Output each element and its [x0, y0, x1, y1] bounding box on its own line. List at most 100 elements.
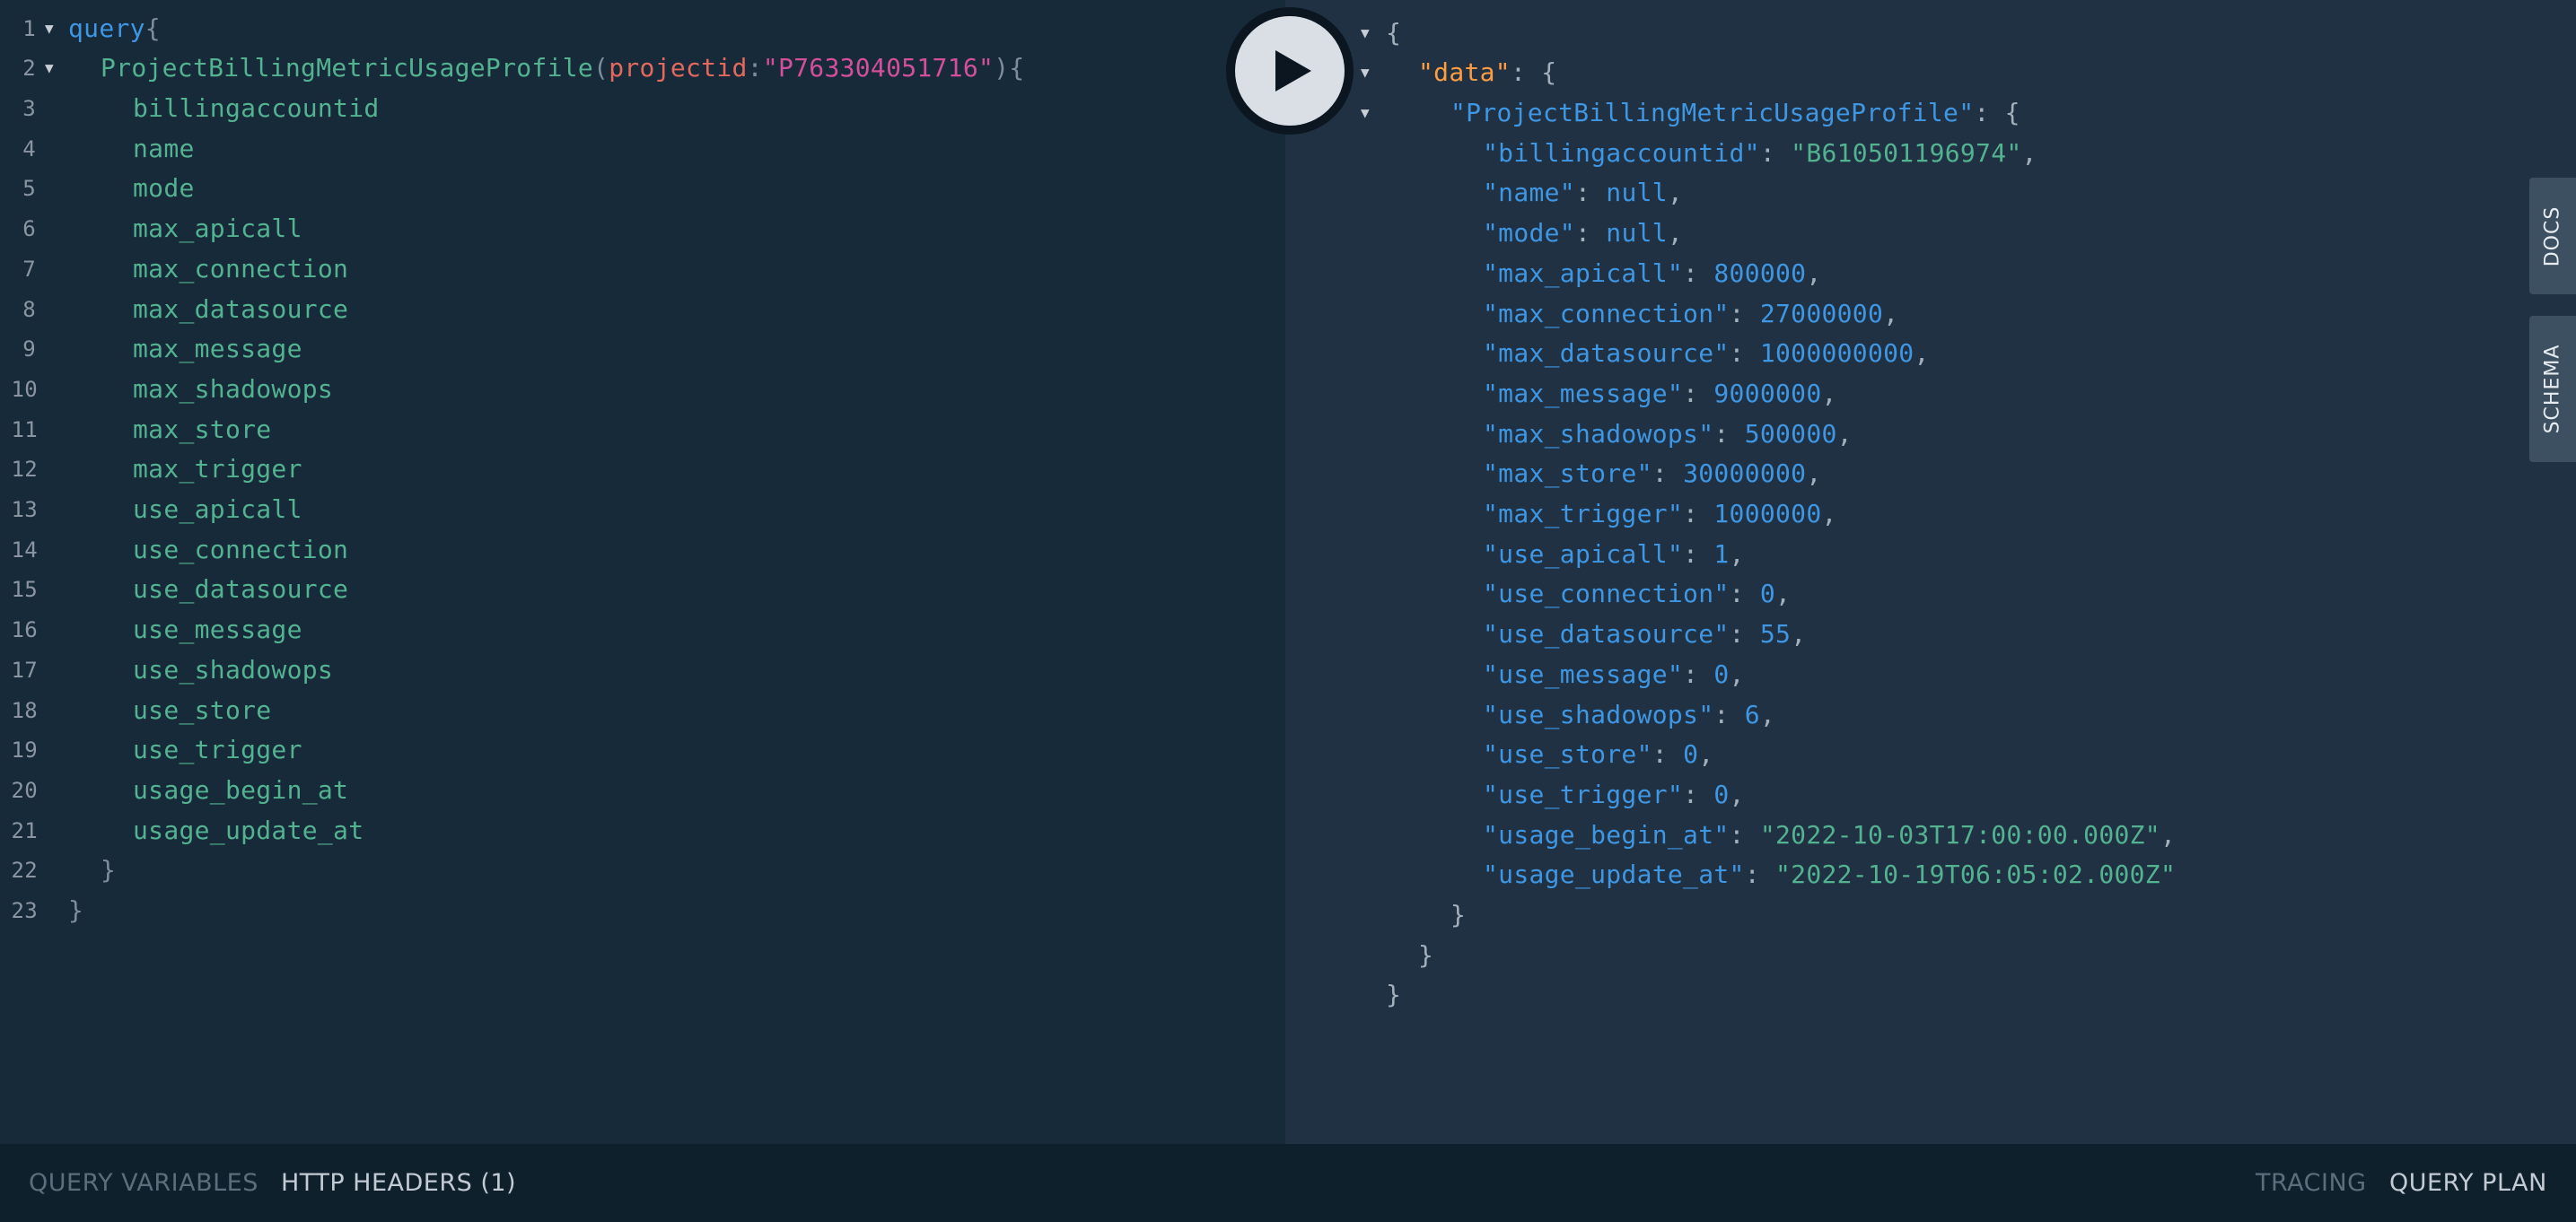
code-text: billingaccountid: [133, 89, 380, 129]
code-token: billingaccountid: [133, 93, 380, 124]
code-text: use_apicall: [133, 490, 302, 530]
result-token: }: [1418, 939, 1434, 970]
fold-arrow-icon[interactable]: ▼: [1361, 13, 1370, 54]
result-token: :: [1683, 499, 1714, 529]
result-token: :: [1729, 819, 1760, 850]
result-token: "name": [1483, 178, 1575, 208]
editor-line[interactable]: 6 max_apicall: [0, 209, 1285, 249]
result-token: "max_store": [1483, 458, 1652, 489]
result-token: 55: [1759, 619, 1792, 650]
editor-line[interactable]: 10 max_shadowops: [0, 370, 1285, 410]
play-icon: [1275, 50, 1311, 92]
editor-line[interactable]: 18 use_store: [0, 691, 1285, 731]
result-token: 0: [1683, 739, 1699, 770]
result-line: "max_trigger": 1000000,: [1285, 494, 2576, 535]
code-token: ProjectBillingMetricUsageProfile: [101, 53, 594, 83]
code-text: max_store: [133, 410, 271, 450]
fold-arrow-icon[interactable]: ▼: [45, 9, 54, 49]
code-text: usage_begin_at: [133, 771, 348, 811]
result-line: "use_datasource": 55,: [1285, 615, 2576, 655]
result-line: ▼ "data": {: [1285, 53, 2576, 93]
fold-arrow-icon[interactable]: ▼: [45, 48, 54, 89]
result-token: }: [1450, 900, 1467, 930]
http-headers-tab[interactable]: HTTP HEADERS (1): [281, 1144, 516, 1222]
result-token: 1: [1713, 538, 1730, 569]
result-token: :: [1574, 218, 1607, 249]
result-line: "use_connection": 0,: [1285, 574, 2576, 615]
result-line: "usage_update_at": "2022-10-19T06:05:02.…: [1285, 855, 2576, 895]
code-token: use_apicall: [133, 494, 302, 525]
query-plan-tab[interactable]: QUERY PLAN: [2389, 1144, 2547, 1222]
fold-arrow-icon[interactable]: ▼: [1361, 53, 1370, 93]
editor-line[interactable]: 20 usage_begin_at: [0, 771, 1285, 811]
query-editor[interactable]: 1 ▼ query{2 ▼ ProjectBillingMetricUsageProfi…: [0, 0, 1285, 1144]
code-token: projectid: [609, 53, 748, 83]
result-token: "data": [1418, 57, 1511, 88]
result-token: ,: [1914, 338, 1930, 369]
result-text: "max_connection": 27000000,: [1483, 294, 1898, 335]
line-number: 21: [11, 817, 38, 843]
editor-line[interactable]: 4 name: [0, 129, 1285, 170]
result-token: :: [1574, 178, 1607, 208]
result-text: "max_message": 9000000,: [1483, 374, 1837, 415]
line-number: 16: [11, 617, 38, 643]
code-token: use_trigger: [133, 735, 302, 765]
result-token: "use_connection": [1483, 579, 1730, 609]
code-text: use_store: [133, 691, 271, 731]
editor-line[interactable]: 16 use_message: [0, 610, 1285, 650]
editor-line[interactable]: 14 use_connection: [0, 530, 1285, 571]
result-token: "use_message": [1483, 659, 1684, 689]
editor-line[interactable]: 13 use_apicall: [0, 490, 1285, 530]
result-text: "mode": null,: [1483, 214, 1683, 254]
editor-line[interactable]: 7 max_connection: [0, 249, 1285, 290]
editor-line[interactable]: 17 use_shadowops: [0, 650, 1285, 691]
editor-line[interactable]: 15 use_datasource: [0, 570, 1285, 610]
editor-line[interactable]: 9 max_message: [0, 329, 1285, 370]
result-token: "use_shadowops": [1483, 699, 1714, 729]
editor-line[interactable]: 5 mode: [0, 169, 1285, 209]
result-token: ,: [1667, 218, 1684, 249]
result-token: "use_trigger": [1483, 779, 1684, 809]
result-token: :: [1683, 257, 1714, 288]
code-token: usage_update_at: [133, 815, 364, 845]
editor-line[interactable]: 23}: [0, 891, 1285, 931]
result-text: "use_datasource": 55,: [1483, 615, 1806, 655]
editor-line[interactable]: 8 max_datasource: [0, 290, 1285, 330]
editor-line[interactable]: 11 max_store: [0, 410, 1285, 450]
schema-tab[interactable]: SCHEMA: [2529, 316, 2576, 462]
line-number: 17: [11, 657, 38, 683]
result-text: {: [1386, 13, 1401, 54]
docs-tab[interactable]: DOCS: [2529, 178, 2576, 294]
result-text: "billingaccountid": "B610501196974",: [1483, 134, 2037, 174]
result-token: :: [1683, 538, 1714, 569]
code-token: usage_begin_at: [133, 774, 349, 805]
code-token: ){: [994, 53, 1025, 83]
code-token: query: [68, 13, 145, 43]
code-token: :: [747, 53, 763, 83]
editor-line[interactable]: 19 use_trigger: [0, 730, 1285, 771]
result-text: }: [1450, 895, 1466, 936]
code-token: use_shadowops: [133, 654, 334, 685]
editor-line[interactable]: 22}: [0, 851, 1285, 891]
result-token: "2022-10-03T17:00:00.000Z": [1759, 819, 2160, 850]
code-text: query{: [68, 9, 161, 49]
result-token: ,: [1791, 619, 1807, 650]
editor-line[interactable]: 12 max_trigger: [0, 450, 1285, 490]
result-token: :: [1713, 418, 1745, 449]
editor-line[interactable]: 2 ▼ ProjectBillingMetricUsageProfile(proje…: [0, 48, 1285, 89]
line-number: 12: [11, 457, 38, 483]
tracing-tab[interactable]: TRACING: [2256, 1144, 2367, 1222]
line-number: 8: [22, 296, 36, 322]
run-query-button[interactable]: [1235, 16, 1345, 126]
editor-line[interactable]: 1 ▼ query{: [0, 9, 1285, 49]
result-line: "max_datasource": 1000000000,: [1285, 334, 2576, 374]
result-text: "max_store": 30000000,: [1483, 454, 1822, 494]
result-token: "max_shadowops": [1483, 418, 1714, 449]
result-token: :: [1744, 860, 1776, 890]
editor-line[interactable]: 3 billingaccountid: [0, 89, 1285, 129]
query-variables-tab[interactable]: QUERY VARIABLES: [29, 1144, 258, 1222]
editor-line[interactable]: 21 usage_update_at: [0, 811, 1285, 851]
fold-arrow-icon[interactable]: ▼: [1361, 93, 1370, 134]
result-line: "use_trigger": 0,: [1285, 775, 2576, 816]
result-line: }: [1285, 975, 2576, 1016]
